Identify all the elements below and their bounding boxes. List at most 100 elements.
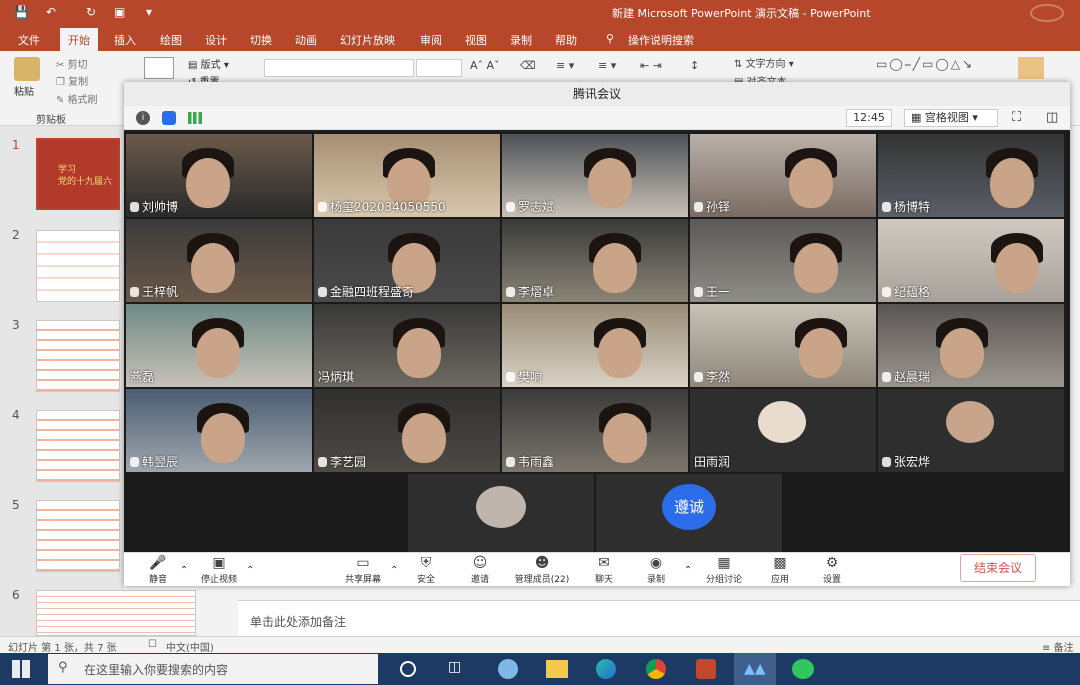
participant-tile[interactable]: 赵晨瑞 — [878, 304, 1064, 387]
save-icon[interactable]: 💾 — [14, 5, 29, 19]
share-screen-button[interactable]: ▭ 共享屏幕 — [338, 553, 388, 587]
task-view-icon[interactable]: ◫ — [448, 659, 461, 675]
participant-tile[interactable]: 孙铎 — [690, 134, 876, 217]
stop-video-button[interactable]: ▣ 停止视频 — [194, 553, 244, 587]
tab-file[interactable]: 文件 — [18, 32, 40, 48]
participant-tile[interactable]: 冯炳琪 — [314, 304, 500, 387]
participant-tile[interactable]: 韩翌辰 — [126, 389, 312, 472]
participant-tile[interactable]: 李熠卓 — [502, 219, 688, 302]
tab-help[interactable]: 帮助 — [555, 32, 577, 48]
tab-view[interactable]: 视图 — [465, 32, 487, 48]
end-meeting-button[interactable]: 结束会议 — [960, 554, 1036, 582]
cortana-icon[interactable] — [400, 661, 416, 677]
tell-me-search[interactable]: 操作说明搜索 — [628, 32, 694, 48]
participant-tile[interactable]: 刘帅博 — [126, 134, 312, 217]
tab-insert[interactable]: 插入 — [114, 32, 136, 48]
participant-tile[interactable]: 燕磊 — [126, 304, 312, 387]
participant-tile[interactable]: 张宏烨 — [878, 389, 1064, 472]
language-status[interactable]: 中文(中国) — [166, 639, 214, 654]
new-slide-icon[interactable] — [144, 57, 174, 79]
format-painter-button[interactable]: ✎ 格式刷 — [56, 91, 98, 106]
slide-thumbnail-1[interactable]: 学习 党的十九届六 — [36, 138, 120, 210]
windows-start-icon[interactable] — [12, 660, 30, 678]
participant-tile[interactable]: 纪蕴格 — [878, 219, 1064, 302]
grow-font-icon[interactable]: Aˆ Aˇ — [470, 59, 500, 72]
customize-icon[interactable]: ▾ — [146, 5, 152, 19]
tab-review[interactable]: 审阅 — [420, 32, 442, 48]
participant-tile[interactable]: 罗志斌 — [502, 134, 688, 217]
slide-thumbnail-4[interactable] — [36, 410, 120, 482]
browser-icon[interactable] — [498, 659, 518, 679]
chevron-up-icon[interactable]: ⌃ — [390, 565, 398, 576]
participant-tile[interactable]: 王梓帆 — [126, 219, 312, 302]
taskbar-search-placeholder[interactable]: 在这里输入你要搜索的内容 — [84, 661, 228, 678]
layout-button[interactable]: ▤ 版式 ▾ — [188, 56, 229, 71]
numbering-icon[interactable]: ≡ ▾ — [598, 59, 616, 72]
slide-thumbnail-5[interactable] — [36, 500, 120, 572]
sidebar-toggle-icon[interactable]: ◫ — [1046, 110, 1058, 125]
redo-icon[interactable]: ↻ — [86, 5, 96, 19]
apps-button[interactable]: ▩ 应用 — [760, 553, 800, 587]
settings-button[interactable]: ⚙ 设置 — [812, 553, 852, 587]
spellcheck-icon[interactable]: ☐ — [148, 639, 157, 650]
manage-members-button[interactable]: ☻ 管理成员(22) — [508, 553, 576, 587]
participant-tile[interactable]: 杨玺202034050550 — [314, 134, 500, 217]
participant-tile[interactable]: 金融四班程盛奇 — [314, 219, 500, 302]
participant-tile[interactable]: 遵诚 — [596, 474, 782, 552]
edge-icon[interactable] — [596, 659, 616, 679]
tab-design[interactable]: 设计 — [205, 32, 227, 48]
slide-thumbnail-2[interactable] — [36, 230, 120, 302]
record-button[interactable]: ◉ 录制 — [636, 553, 676, 587]
fullscreen-icon[interactable]: ⛶ — [1012, 110, 1021, 125]
tab-slideshow[interactable]: 幻灯片放映 — [340, 32, 395, 48]
taskbar-search[interactable]: ⚲ 在这里输入你要搜索的内容 — [48, 654, 378, 684]
security-button[interactable]: ⛨ 安全 — [406, 553, 446, 587]
participant-tile[interactable] — [408, 474, 594, 552]
breakout-button[interactable]: ▦ 分组讨论 — [700, 553, 748, 587]
paste-icon[interactable] — [14, 57, 40, 81]
clear-format-icon[interactable]: ⌫ — [520, 59, 536, 72]
undo-icon[interactable]: ↶ — [46, 5, 56, 19]
shapes-gallery[interactable]: ▭◯⎯╱▭◯△↘ — [876, 57, 996, 81]
participant-tile[interactable]: 李然 — [690, 304, 876, 387]
notes-placeholder[interactable]: 单击此处添加备注 — [250, 613, 346, 630]
slide-thumbnail-6[interactable] — [36, 590, 196, 636]
slideshow-icon[interactable]: ▣ — [114, 5, 125, 19]
powerpoint-icon[interactable] — [696, 659, 716, 679]
tab-record[interactable]: 录制 — [510, 32, 532, 48]
mute-button[interactable]: 🎤 静音 — [138, 553, 178, 587]
participant-tile[interactable]: 田雨润 — [690, 389, 876, 472]
participant-tile[interactable]: 王一 — [690, 219, 876, 302]
slide-thumbnail-3[interactable] — [36, 320, 120, 392]
participant-tile[interactable]: 韦雨鑫 — [502, 389, 688, 472]
chevron-up-icon[interactable]: ⌃ — [246, 565, 254, 576]
font-size-select[interactable] — [416, 59, 462, 77]
cut-button[interactable]: ✂ 剪切 — [56, 56, 88, 71]
tab-animations[interactable]: 动画 — [295, 32, 317, 48]
info-icon[interactable]: i — [136, 111, 150, 125]
view-mode-select[interactable]: ▦ 宫格视图 ▾ — [904, 109, 998, 127]
notes-pane[interactable]: 单击此处添加备注 — [238, 600, 1080, 636]
chevron-up-icon[interactable]: ⌃ — [684, 565, 692, 576]
arrange-icon[interactable] — [1018, 57, 1044, 79]
chevron-up-icon[interactable]: ⌃ — [180, 565, 188, 576]
participant-tile[interactable]: 李艺园 — [314, 389, 500, 472]
copy-button[interactable]: ❐ 复制 — [56, 73, 88, 88]
font-family-select[interactable] — [264, 59, 414, 77]
bullets-icon[interactable]: ≡ ▾ — [556, 59, 574, 72]
participant-tile[interactable]: 杨博特 — [878, 134, 1064, 217]
shield-icon[interactable] — [162, 111, 176, 125]
wechat-icon[interactable] — [792, 659, 814, 679]
paste-label[interactable]: 粘贴 — [14, 83, 34, 98]
file-explorer-icon[interactable] — [546, 660, 568, 678]
tab-draw[interactable]: 绘图 — [160, 32, 182, 48]
invite-button[interactable]: ☺ 邀请 — [460, 553, 500, 587]
chrome-icon[interactable] — [646, 659, 666, 679]
line-spacing-icon[interactable]: ↕ — [690, 59, 699, 72]
text-direction-button[interactable]: ⇅ 文字方向 ▾ — [734, 55, 794, 70]
chat-button[interactable]: ✉ 聊天 — [584, 553, 624, 587]
notes-toggle[interactable]: ≡ 备注 — [1042, 639, 1074, 654]
tab-home[interactable]: 开始 — [60, 28, 98, 51]
indent-icon[interactable]: ⇤ ⇥ — [640, 59, 662, 72]
participant-tile[interactable]: 樊响 — [502, 304, 688, 387]
